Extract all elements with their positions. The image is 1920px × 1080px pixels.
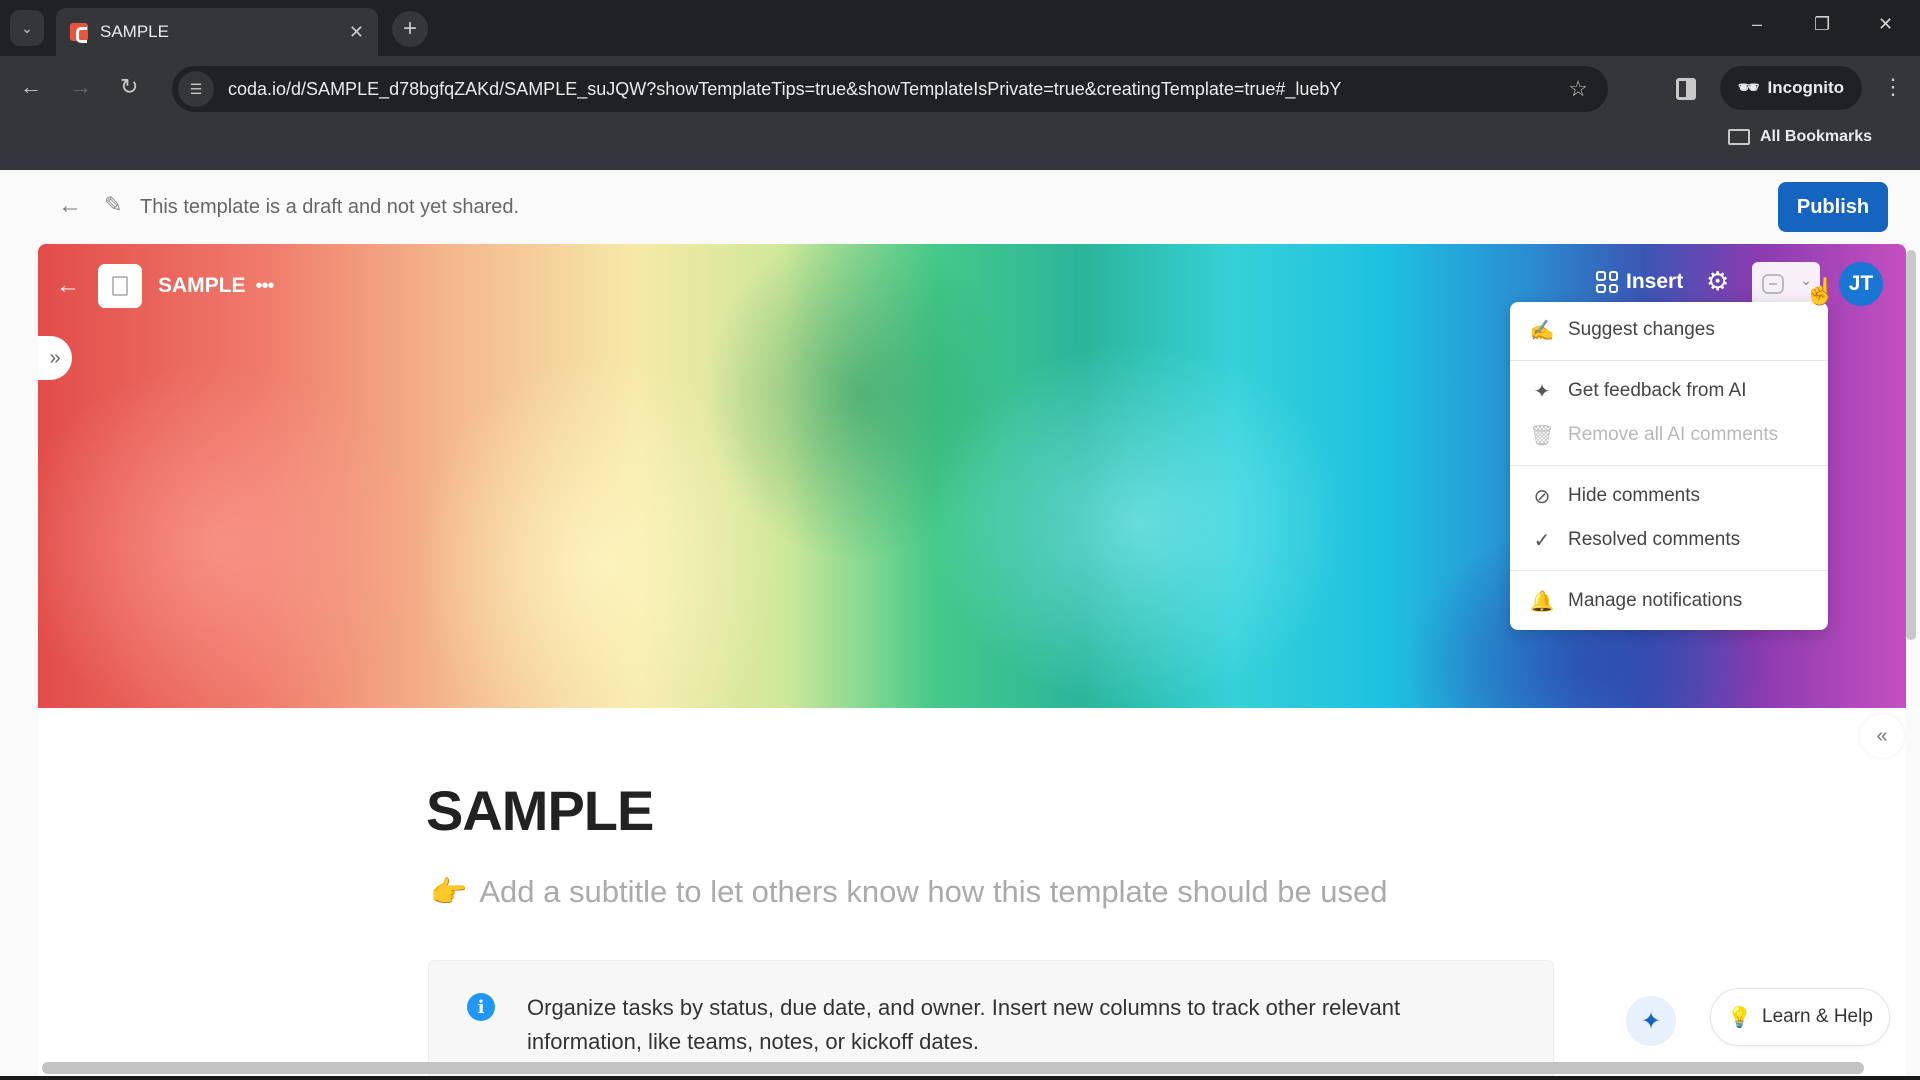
menu-item-resolved-comments[interactable]: ✓ Resolved comments [1510, 518, 1828, 562]
browser-tab[interactable]: SAMPLE ✕ [56, 8, 378, 56]
doc-header-left: ← SAMPLE ••• [56, 264, 275, 308]
avatar[interactable]: JT [1839, 262, 1883, 306]
tab-search-button[interactable]: ⌄ [10, 10, 44, 46]
subtitle-row[interactable]: 👉 Add a subtitle to let others know how … [430, 874, 1388, 910]
grid-icon [1596, 271, 1618, 293]
incognito-label: Incognito [1767, 78, 1845, 97]
callout-text[interactable]: Organize tasks by status, due date, and … [527, 991, 1517, 1059]
chevrons-right-icon: » [49, 346, 61, 369]
menu-item-get-feedback-ai[interactable]: ✦ Get feedback from AI [1510, 369, 1828, 413]
all-bookmarks-button[interactable]: All Bookmarks [1728, 128, 1872, 146]
new-tab-button[interactable]: + [392, 11, 428, 47]
bell-icon: 🔔 [1529, 590, 1555, 613]
pencil-icon: ✎ [104, 192, 123, 217]
menu-divider [1510, 465, 1828, 466]
site-settings-icon[interactable]: ☰ [178, 71, 214, 107]
menu-divider [1510, 570, 1828, 571]
incognito-icon: 🕶 [1737, 78, 1760, 97]
insert-label: Insert [1626, 270, 1684, 293]
address-bar[interactable]: ☰ coda.io/d/SAMPLE_d78bgfqZAKd/SAMPLE_su… [172, 66, 1608, 112]
menu-item-remove-ai-comments: 🗑 Remove all AI comments [1510, 413, 1828, 457]
comments-dropdown-menu: ✍ Suggest changes ✦ Get feedback from AI… [1510, 302, 1828, 630]
trash-icon: 🗑 [1529, 424, 1555, 447]
page-icon [112, 276, 128, 296]
hand-cursor-icon: ☝ [1804, 276, 1837, 306]
menu-item-label: Resolved comments [1568, 529, 1741, 550]
check-circle-icon: ✓ [1533, 529, 1551, 552]
document: ← SAMPLE ••• Insert ⚙ ⌄ JT » ✍ Suggest c… [38, 244, 1906, 1080]
taskbar-edge [0, 1076, 1920, 1080]
tab-title: SAMPLE [100, 22, 169, 41]
horizontal-scrollbar[interactable] [42, 1062, 1864, 1074]
coda-favicon-icon [70, 23, 88, 43]
draft-message: This template is a draft and not yet sha… [140, 196, 520, 218]
comment-icon [1762, 274, 1784, 294]
suggest-changes-icon: ✍ [1529, 319, 1555, 342]
coda-page: ← ✎ This template is a draft and not yet… [0, 170, 1920, 1080]
incognito-badge[interactable]: 🕶 Incognito [1720, 66, 1862, 110]
url-text[interactable]: coda.io/d/SAMPLE_d78bgfqZAKd/SAMPLE_suJQ… [228, 79, 1568, 100]
eye-off-icon: ⊘ [1533, 485, 1551, 508]
more-options-icon[interactable]: ••• [256, 275, 275, 298]
minimize-button[interactable]: – [1752, 14, 1762, 35]
back-arrow-icon[interactable]: ← [56, 272, 80, 300]
menu-item-hide-comments[interactable]: ⊘ Hide comments [1510, 474, 1828, 518]
sparkles-icon: ✦ [1640, 1007, 1662, 1035]
window-close-button[interactable]: ✕ [1878, 14, 1893, 35]
reload-icon[interactable]: ↻ [120, 74, 138, 100]
info-icon: i [467, 993, 495, 1021]
publish-button[interactable]: Publish [1778, 182, 1888, 232]
insert-button[interactable]: Insert [1596, 270, 1683, 294]
menu-item-label: Manage notifications [1568, 590, 1743, 611]
forward-arrow-icon[interactable]: → [70, 74, 92, 100]
restore-button[interactable]: ❐ [1814, 14, 1830, 35]
menu-item-label: Hide comments [1568, 485, 1700, 506]
menu-item-manage-notifications[interactable]: 🔔 Manage notifications [1510, 579, 1828, 623]
pointing-hand-icon: 👉 [430, 875, 468, 909]
back-arrow-icon[interactable]: ← [58, 192, 82, 220]
subtitle-placeholder[interactable]: Add a subtitle to let others know how th… [479, 874, 1387, 910]
menu-item-suggest-changes[interactable]: ✍ Suggest changes [1510, 308, 1828, 352]
tab-close-icon[interactable]: ✕ [349, 22, 364, 43]
browser-menu-icon[interactable]: ⋮ [1882, 74, 1904, 100]
doc-name[interactable]: SAMPLE [158, 274, 246, 298]
page-title[interactable]: SAMPLE [426, 778, 654, 843]
browser-tab-strip: ⌄ SAMPLE ✕ + – ❐ ✕ [0, 0, 1920, 56]
folder-icon [1728, 129, 1750, 145]
lightbulb-icon: 💡 [1727, 1006, 1752, 1029]
doc-icon[interactable] [98, 264, 142, 308]
vertical-scrollbar[interactable] [1906, 250, 1916, 640]
bookmarks-label: All Bookmarks [1760, 128, 1873, 145]
back-arrow-icon[interactable]: ← [20, 74, 42, 100]
menu-item-label: Suggest changes [1568, 319, 1715, 340]
learn-help-label: Learn & Help [1762, 1006, 1873, 1027]
menu-item-label: Get feedback from AI [1568, 380, 1747, 401]
chevrons-left-icon: « [1876, 724, 1888, 747]
bookmark-star-icon[interactable]: ☆ [1568, 76, 1588, 102]
ai-assistant-button[interactable]: ✦ [1626, 996, 1676, 1046]
side-panel-icon[interactable] [1676, 78, 1696, 100]
gear-icon[interactable]: ⚙ [1706, 266, 1729, 297]
collapse-panel-button[interactable]: « [1860, 714, 1904, 758]
chevron-down-icon: ⌄ [21, 19, 33, 36]
menu-divider [1510, 360, 1828, 361]
sparkles-icon: ✦ [1533, 380, 1551, 403]
template-draft-bar: ← ✎ This template is a draft and not yet… [0, 170, 1920, 242]
menu-item-label: Remove all AI comments [1568, 424, 1779, 445]
learn-help-button[interactable]: 💡 Learn & Help [1710, 988, 1890, 1046]
